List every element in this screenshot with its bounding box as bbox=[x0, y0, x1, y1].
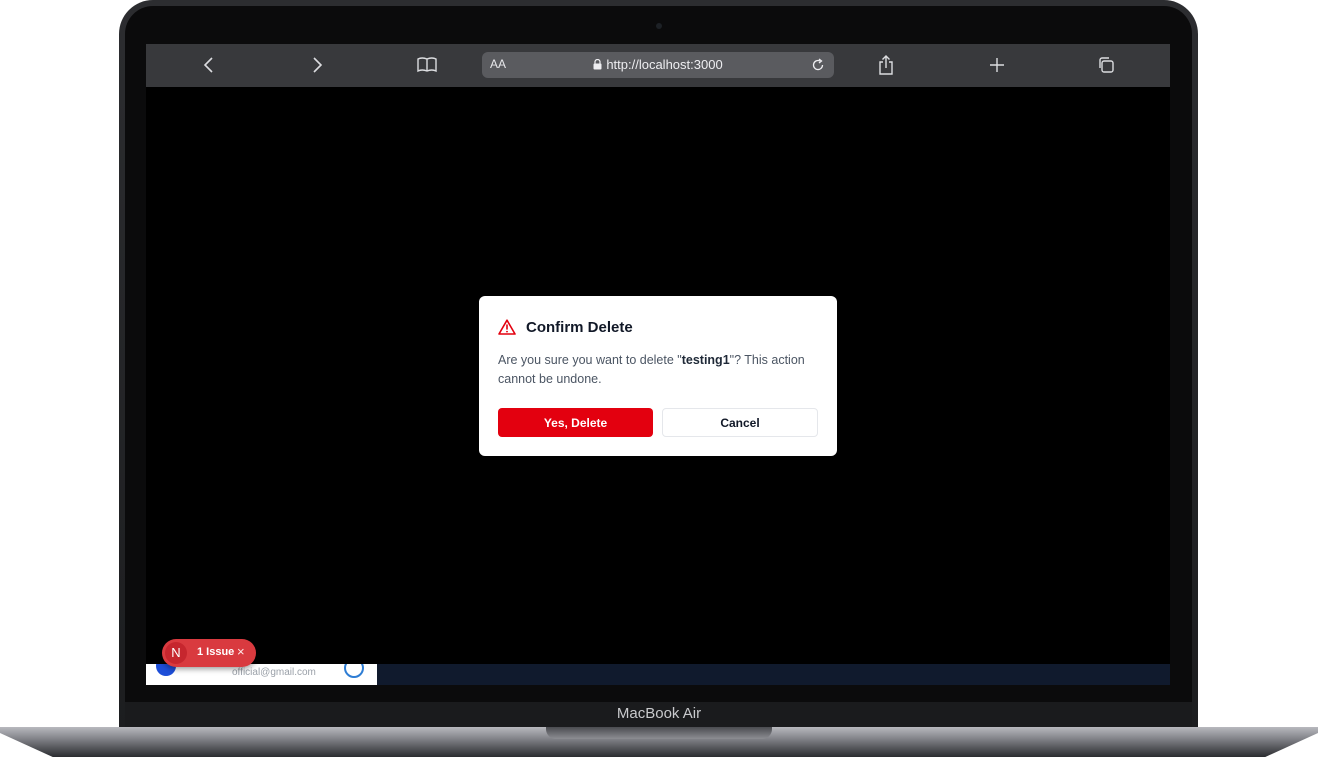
user-menu-icon[interactable] bbox=[344, 664, 364, 678]
close-icon[interactable]: × bbox=[237, 644, 245, 660]
confirm-delete-dialog: Confirm Delete Are you sure you want to … bbox=[479, 296, 837, 456]
reload-icon bbox=[812, 58, 824, 71]
camera-icon bbox=[656, 23, 662, 29]
laptop-notch bbox=[546, 727, 772, 739]
reader-button[interactable]: AA bbox=[490, 57, 506, 71]
tabs-icon bbox=[1099, 57, 1114, 73]
dialog-message: Are you sure you want to delete "testing… bbox=[498, 351, 818, 389]
tabs-overview-button[interactable] bbox=[1089, 50, 1123, 80]
warning-icon bbox=[498, 319, 516, 335]
cancel-button[interactable]: Cancel bbox=[662, 408, 818, 437]
address-bar[interactable]: AA http://localhost:3000 bbox=[482, 52, 834, 78]
item-name: testing1 bbox=[681, 353, 730, 367]
back-button[interactable] bbox=[192, 50, 226, 80]
new-tab-button[interactable] bbox=[980, 50, 1014, 80]
share-icon bbox=[879, 55, 893, 75]
user-profile-strip[interactable]: official@gmail.com bbox=[146, 664, 377, 685]
lock-icon bbox=[593, 59, 602, 70]
url-text: http://localhost:3000 bbox=[606, 57, 723, 72]
bookmarks-button[interactable] bbox=[410, 50, 444, 80]
browser-toolbar: AA http://localhost:3000 bbox=[146, 44, 1170, 87]
nextjs-logo-icon: N bbox=[165, 642, 187, 664]
forward-button[interactable] bbox=[300, 50, 334, 80]
dialog-header: Confirm Delete bbox=[498, 317, 633, 337]
message-prefix: Are you sure you want to delete " bbox=[498, 353, 682, 367]
url-display: http://localhost:3000 bbox=[482, 57, 834, 72]
confirm-delete-button[interactable]: Yes, Delete bbox=[498, 408, 653, 437]
chevron-left-icon bbox=[203, 57, 213, 73]
dialog-title: Confirm Delete bbox=[526, 318, 633, 336]
chevron-right-icon bbox=[313, 57, 323, 73]
issues-count-label: 1 Issue bbox=[197, 646, 235, 658]
book-icon bbox=[417, 57, 437, 73]
share-button[interactable] bbox=[869, 50, 903, 80]
user-email: official@gmail.com bbox=[232, 667, 316, 678]
browser-screen: AA http://localhost:3000 official@gmail.… bbox=[146, 44, 1170, 685]
plus-icon bbox=[990, 58, 1004, 72]
device-label: MacBook Air bbox=[616, 705, 702, 722]
dev-issues-badge[interactable]: N 1 Issue × bbox=[162, 639, 256, 667]
reload-button[interactable] bbox=[808, 55, 828, 75]
